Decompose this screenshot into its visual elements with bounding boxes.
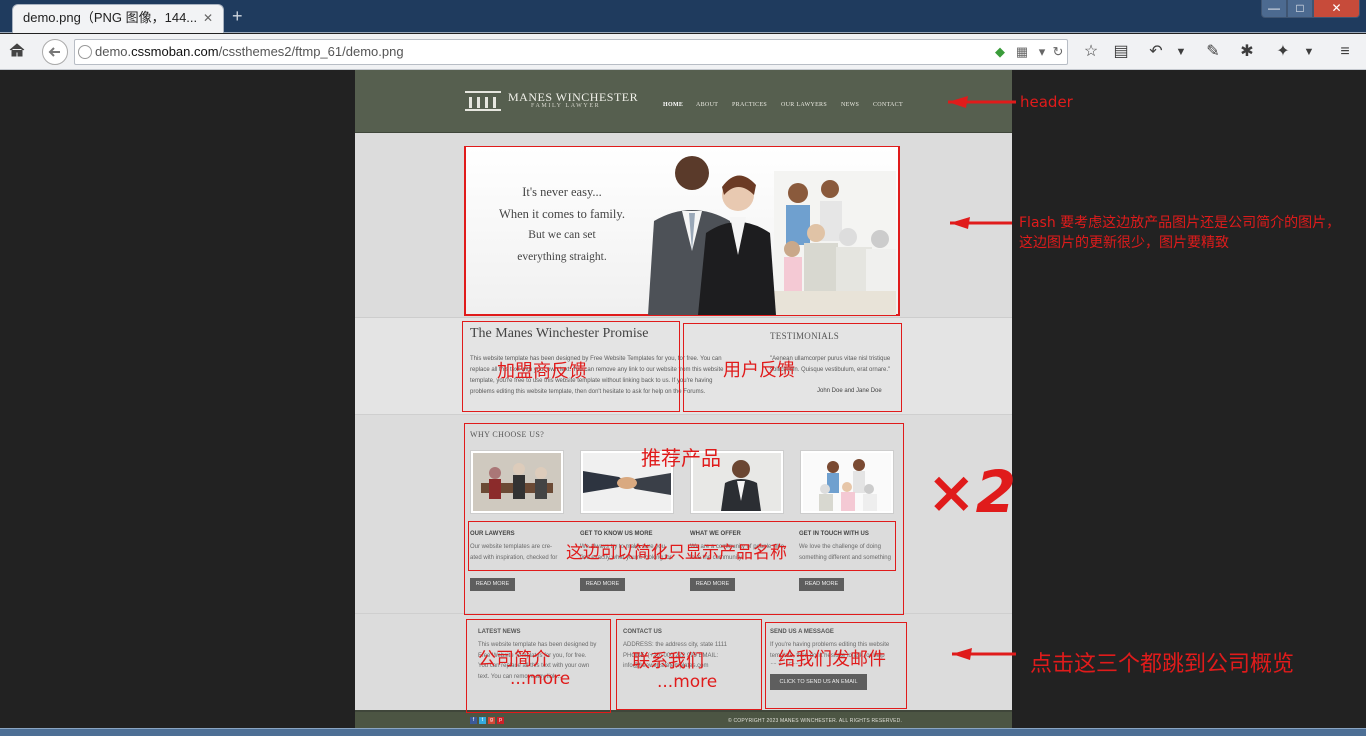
annotation-more: ...more <box>510 669 571 689</box>
annotation-times-two: ×2 <box>927 458 1016 526</box>
annotation-contact-us: 联系我们 <box>632 651 704 672</box>
annotation-arrows <box>948 96 1016 660</box>
annotation-header: header <box>1020 93 1073 111</box>
annotation-user-feedback: 用户反馈 <box>723 360 795 381</box>
taskbar <box>0 728 1366 736</box>
annotation-recommend: 推荐产品 <box>641 446 721 470</box>
annotation-flash: Flash 要考虑这边放产品图片还是公司简介的图片，这边图片的更新很少，图片要精… <box>1019 215 1341 251</box>
annotation-email-us: 给我们发邮件 <box>778 649 886 670</box>
annotation-click-all: 点击这三个都跳到公司概览 <box>1030 652 1295 677</box>
annotation-company-intro: 公司简介 <box>478 649 550 670</box>
annotation-simplify: 这边可以简化只显示产品名称 <box>566 543 787 563</box>
annotation-more: ...more <box>657 672 718 692</box>
annotation-franchise: 加盟商反馈 <box>497 361 587 382</box>
